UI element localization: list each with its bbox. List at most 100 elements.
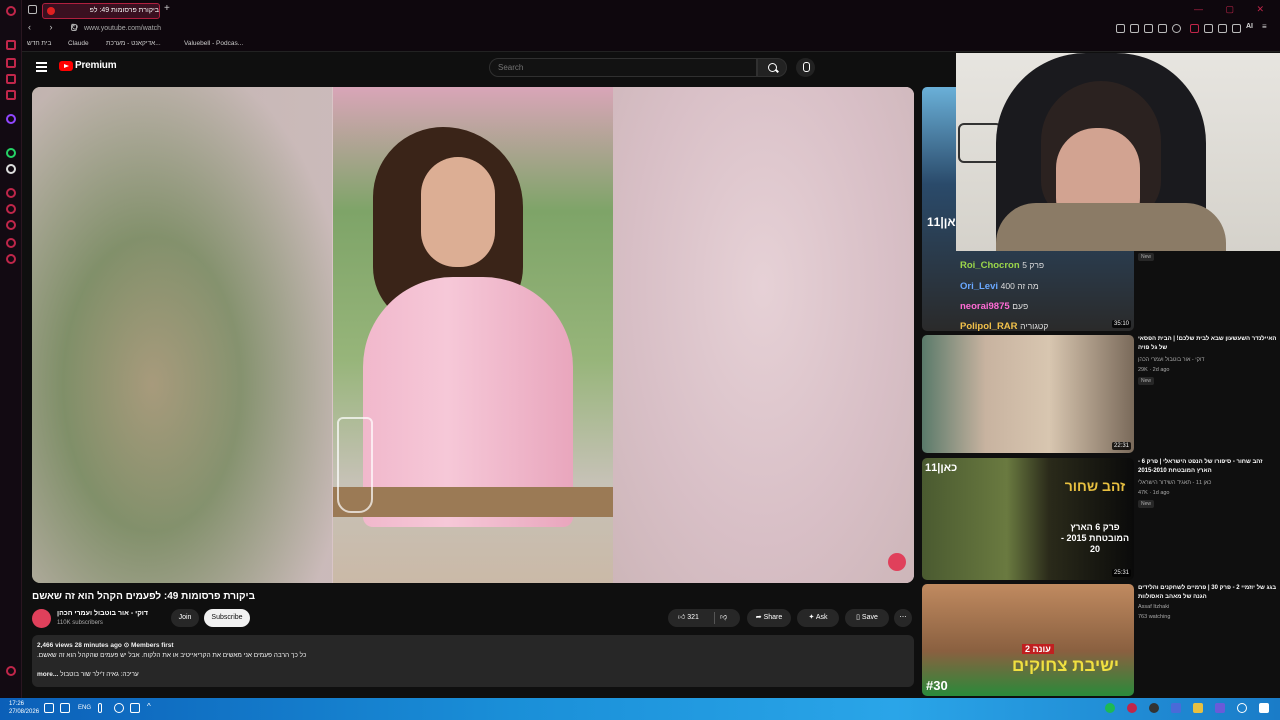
x-icon[interactable]	[6, 164, 16, 174]
app-icon[interactable]	[1171, 703, 1181, 713]
related-channel[interactable]: דוקי - אור בוטבול ועמרי הכהן	[1138, 357, 1204, 363]
chat-icon[interactable]	[44, 703, 54, 713]
search-icon[interactable]	[1237, 703, 1247, 713]
microphone-icon[interactable]	[796, 58, 815, 77]
chat-text: מה זה 400	[1000, 281, 1039, 291]
sidebar-app-icon[interactable]	[6, 238, 16, 248]
windows-start-icon[interactable]	[1259, 703, 1269, 713]
description-box[interactable]: 2,466 views 28 minutes ago ⊙ Members fir…	[32, 635, 914, 687]
obs-icon[interactable]	[1149, 703, 1159, 713]
sidebar-app-icon[interactable]	[6, 220, 16, 230]
whatsapp-icon[interactable]	[6, 148, 16, 158]
tabs-menu-icon[interactable]	[28, 5, 37, 14]
share-icon: ➦	[755, 614, 764, 621]
extension-icon[interactable]	[1190, 24, 1199, 33]
sidebar-app-icon[interactable]	[6, 90, 16, 100]
folder-icon[interactable]	[1193, 703, 1203, 713]
settings-icon[interactable]	[1232, 24, 1241, 33]
bookmark-item[interactable]: בית חדש	[27, 40, 51, 47]
like-button[interactable]: 👍︎ 321 👎︎	[668, 609, 740, 627]
webcam-overlay	[956, 53, 1280, 251]
menu-icon[interactable]	[36, 62, 47, 72]
heart-icon[interactable]	[6, 204, 16, 214]
video-title: ביקורת פרסומות 49: לפעמים הקהל הוא זה שא…	[32, 591, 255, 602]
network-icon[interactable]	[114, 703, 124, 713]
sidebar-app-icon[interactable]	[6, 58, 16, 68]
browser-menu-icon[interactable]: ≡	[1262, 22, 1267, 31]
camera-icon[interactable]	[1204, 24, 1213, 33]
related-meta: 47K · 1d ago	[1138, 490, 1170, 496]
subscriber-count: 110K subscribers	[57, 620, 103, 626]
lock-icon[interactable]	[71, 24, 77, 31]
video-glass	[337, 417, 373, 513]
related-channel[interactable]: Assaf Itzhaki	[1138, 604, 1169, 610]
spotify-icon[interactable]	[1105, 703, 1115, 713]
video-duration: 22:31	[1111, 442, 1131, 450]
shield-icon[interactable]	[1144, 24, 1153, 33]
video-chair	[333, 487, 613, 517]
extension-icon[interactable]	[1116, 24, 1125, 33]
related-title[interactable]: זהב שחור - סיפורו של הנפט הישראלי | פרק …	[1138, 458, 1278, 476]
related-title[interactable]: בגג של יוזמיי 2 - פרק 30 | פרמיים לשחקני…	[1138, 584, 1278, 602]
bookmark-item[interactable]: אדיקאנט - מערכת...	[106, 40, 161, 47]
subscribe-button[interactable]: Subscribe	[204, 609, 250, 627]
search-input[interactable]	[489, 58, 757, 77]
url-field[interactable]: www.youtube.com/watch	[84, 22, 161, 35]
chat-text: פרק 5	[1022, 260, 1045, 270]
chat-overlay: Roi_Chocron פרק 5 Ori_Levi מה זה 400 neo…	[956, 252, 1136, 332]
download-icon[interactable]	[1218, 24, 1227, 33]
new-tab-button[interactable]: +	[164, 3, 170, 14]
related-title[interactable]: האיילנדר השעשעון שבא לבית שלכם! | הבית ה…	[1138, 335, 1278, 353]
join-button[interactable]: Join	[171, 609, 199, 627]
thumbs-down-icon[interactable]: 👎︎	[720, 609, 727, 627]
new-badge: New	[1138, 253, 1155, 261]
channel-name[interactable]: דוקי - אור בוטבול ועמרי הכהן	[57, 610, 148, 617]
settings-icon[interactable]	[6, 254, 16, 264]
thumbs-up-icon: 👍︎	[678, 614, 688, 621]
related-meta: 29K · 2d ago	[1138, 367, 1170, 373]
monitor-icon[interactable]	[60, 703, 70, 713]
taskbar-clock[interactable]: 17:26 27/08/2026	[9, 700, 39, 716]
sidebar-app-icon[interactable]	[6, 74, 16, 84]
widgets-icon[interactable]	[130, 703, 140, 713]
app-icon[interactable]	[1215, 703, 1225, 713]
language-indicator[interactable]: ENG	[78, 705, 91, 711]
related-thumbnail[interactable]: עונה 2 ישיבת צחוקים #30	[922, 584, 1134, 696]
chat-message: neorai9875 פעם	[960, 301, 1028, 312]
ai-button[interactable]: AI	[1246, 23, 1253, 30]
blurred-background-left	[32, 87, 332, 583]
description-credit: עריכה: גאיה ז'ילר שור בוטבול ...more	[37, 671, 139, 678]
opera-logo-icon[interactable]	[6, 6, 16, 16]
microphone-icon[interactable]	[98, 703, 102, 713]
channel-watermark-icon[interactable]	[888, 553, 906, 571]
related-thumbnail[interactable]: כאן|11 זהב שחור פרק 6 הארץ המובטחת 2015 …	[922, 458, 1134, 580]
save-button[interactable]: ▯ Save	[845, 609, 889, 627]
channel-avatar[interactable]	[32, 609, 51, 628]
wallet-icon[interactable]	[1158, 24, 1167, 33]
nav-buttons[interactable]: ‹ › ↻	[28, 22, 87, 33]
related-thumbnail[interactable]: 22:31	[922, 335, 1134, 453]
tab-active[interactable]: ביקורת פרסומות 49: לפ	[42, 3, 160, 19]
youtube-logo-icon[interactable]	[59, 61, 73, 71]
chevron-up-icon[interactable]: ^	[147, 702, 151, 711]
bookmark-item[interactable]: Claude	[68, 40, 89, 47]
search-icon[interactable]	[757, 58, 787, 77]
related-channel[interactable]: כאן 11 - תאגיד השידור הישראלי	[1138, 480, 1211, 486]
twitch-icon[interactable]	[6, 114, 16, 124]
more-actions-button[interactable]: ⋯	[894, 609, 912, 627]
video-player[interactable]	[32, 87, 914, 583]
snapshot-icon[interactable]	[1130, 24, 1139, 33]
opera-icon[interactable]	[1127, 703, 1137, 713]
webcam-person-shirt	[996, 203, 1226, 251]
new-badge: New	[1138, 377, 1155, 385]
share-button[interactable]: ➦ Share	[747, 609, 791, 627]
logo-text[interactable]: Premium	[75, 60, 117, 71]
heart-icon[interactable]	[1172, 24, 1181, 33]
ask-button[interactable]: ✦ Ask	[797, 609, 839, 627]
sidebar-app-icon[interactable]	[6, 40, 16, 50]
bookmark-item[interactable]: Valuebell - Podcas...	[184, 40, 243, 47]
more-icon[interactable]	[6, 666, 16, 676]
window-controls[interactable]: — ▢ ✕	[1194, 4, 1274, 15]
sidebar-app-icon[interactable]	[6, 188, 16, 198]
show-more-link[interactable]: ...more	[37, 671, 58, 678]
